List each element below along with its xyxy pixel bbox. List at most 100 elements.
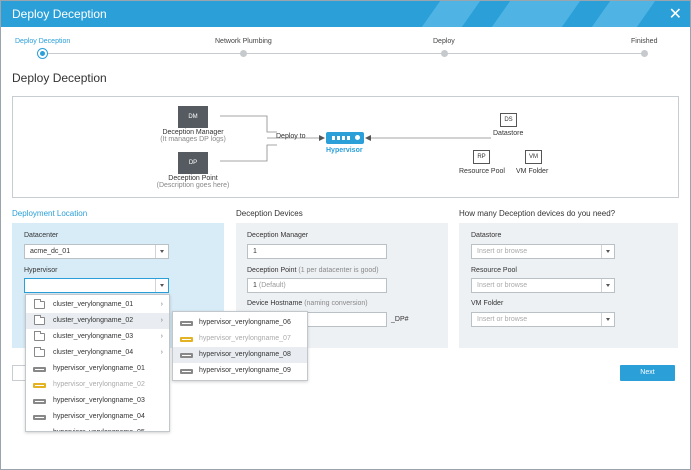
- step-label-deploy[interactable]: Deploy: [433, 38, 455, 45]
- resource-pool-select[interactable]: Insert or browse: [471, 278, 615, 293]
- chevron-right-icon: ›: [160, 333, 163, 340]
- menu-item-hypervisor[interactable]: hypervisor_verylongname_04: [26, 409, 169, 425]
- datastore-placeholder: Insert or browse: [477, 248, 528, 255]
- vm-folder-placeholder: Insert or browse: [477, 316, 528, 323]
- hypervisor-select[interactable]: [24, 278, 169, 293]
- deception-point-note: (1 per datacenter is good): [298, 267, 379, 274]
- submenu-item-hypervisor[interactable]: hypervisor_verylongname_06: [173, 315, 307, 331]
- deployment-diagram: DM Deception Manager (It manages DP logs…: [12, 96, 679, 198]
- deception-point-title: Deception Point: [247, 267, 297, 274]
- server-icon: [33, 431, 46, 432]
- menu-item-hypervisor[interactable]: hypervisor_verylongname_01: [26, 361, 169, 377]
- deployment-location-title: Deployment Location: [12, 209, 88, 218]
- dp-label: Deception Point (Description goes here): [153, 175, 233, 189]
- how-many-title: How many Deception devices do you need?: [459, 209, 616, 218]
- chevron-down-icon[interactable]: [155, 245, 168, 258]
- menu-item-cluster[interactable]: cluster_verylongname_02 ›: [26, 313, 169, 329]
- datastore-label: Datastore: [493, 130, 524, 137]
- chevron-down-icon[interactable]: [155, 279, 168, 292]
- folder-icon: [34, 299, 45, 309]
- chevron-right-icon: ›: [160, 349, 163, 356]
- chevron-right-icon[interactable]: [601, 313, 614, 326]
- menu-item-label: cluster_verylongname_04: [53, 349, 134, 356]
- server-warning-icon: [33, 383, 46, 388]
- hypervisor-dropdown-menu: cluster_verylongname_01 › cluster_verylo…: [25, 294, 170, 432]
- device-hostname-note: (naming conversion): [304, 300, 368, 307]
- submenu-item-hypervisor[interactable]: hypervisor_verylongname_09: [173, 363, 307, 379]
- step-dot[interactable]: [641, 50, 648, 57]
- device-hostname-label: Device Hostname (naming conversion): [247, 300, 368, 307]
- close-icon[interactable]: ✕: [669, 4, 682, 23]
- deception-manager-value: 1: [253, 248, 257, 255]
- step-label-deploy-deception[interactable]: Deploy Deception: [15, 38, 70, 45]
- back-button[interactable]: [12, 365, 26, 381]
- datacenter-label: Datacenter: [24, 232, 59, 239]
- decor-stripe: [421, 1, 481, 27]
- deploy-to-label: Deploy to: [276, 133, 306, 140]
- deception-point-input[interactable]: 1 (Default): [247, 278, 387, 293]
- submenu-item-hypervisor: hypervisor_verylongname_07: [173, 331, 307, 347]
- menu-item-label: cluster_verylongname_03: [53, 333, 134, 340]
- server-icon: [33, 367, 46, 372]
- menu-item-label: hypervisor_verylongname_03: [53, 397, 145, 404]
- stepper-track: [48, 53, 642, 54]
- resource-pool-placeholder: Insert or browse: [477, 282, 528, 289]
- datacenter-select[interactable]: acme_dc_01: [24, 244, 169, 259]
- folder-icon: [34, 331, 45, 341]
- folder-icon: [34, 347, 45, 357]
- server-icon: [180, 369, 193, 374]
- folder-icon: [34, 315, 45, 325]
- menu-item-cluster[interactable]: cluster_verylongname_04 ›: [26, 345, 169, 361]
- menu-item-cluster[interactable]: cluster_verylongname_03 ›: [26, 329, 169, 345]
- menu-item-hypervisor[interactable]: hypervisor_verylongname_05: [26, 425, 169, 432]
- server-icon: [33, 415, 46, 420]
- step-label-network-plumbing[interactable]: Network Plumbing: [215, 38, 272, 45]
- server-warning-icon: [180, 337, 193, 342]
- server-icon: [33, 399, 46, 404]
- server-icon: [180, 353, 193, 358]
- vm-folder-label: VM Folder: [516, 168, 549, 175]
- step-dot-active[interactable]: [37, 48, 48, 59]
- window-title: Deploy Deception: [12, 7, 107, 21]
- hypervisor-field-label: Hypervisor: [24, 267, 58, 274]
- resource-pool-label: Resource Pool: [459, 168, 505, 175]
- resource-pool-field-label: Resource Pool: [471, 267, 517, 274]
- page-title: Deploy Deception: [12, 71, 107, 85]
- deception-manager-input[interactable]: 1: [247, 244, 387, 259]
- submenu-item-label: hypervisor_verylongname_07: [199, 335, 291, 342]
- deception-point-default: (Default): [258, 282, 286, 289]
- next-button[interactable]: Next: [620, 365, 675, 381]
- decor-stripe: [591, 1, 656, 27]
- deception-point-value: 1: [253, 282, 257, 289]
- resource-pool-icon: RP: [473, 150, 490, 164]
- chevron-down-icon[interactable]: [601, 245, 614, 258]
- vm-folder-icon: VM: [525, 150, 542, 164]
- dp-icon: DP: [178, 152, 208, 174]
- menu-item-hypervisor[interactable]: hypervisor_verylongname_03: [26, 393, 169, 409]
- hypervisor-icon: [326, 132, 364, 144]
- step-dot[interactable]: [240, 50, 247, 57]
- vm-folder-field-label: VM Folder: [471, 300, 504, 307]
- vm-folder-select[interactable]: Insert or browse: [471, 312, 615, 327]
- menu-item-cluster[interactable]: cluster_verylongname_01 ›: [26, 297, 169, 313]
- submenu-item-label: hypervisor_verylongname_06: [199, 319, 291, 326]
- step-dot[interactable]: [441, 50, 448, 57]
- submenu-item-hypervisor[interactable]: hypervisor_verylongname_08: [173, 347, 307, 363]
- dm-title: Deception Manager: [162, 129, 224, 136]
- dm-icon: DM: [178, 106, 208, 128]
- device-hostname-title: Device Hostname: [247, 300, 303, 307]
- datacenter-value: acme_dc_01: [30, 248, 71, 255]
- step-label-finished[interactable]: Finished: [631, 38, 657, 45]
- menu-item-label: hypervisor_verylongname_01: [53, 365, 145, 372]
- deception-devices-title: Deception Devices: [236, 209, 303, 218]
- submenu-item-label: hypervisor_verylongname_08: [199, 351, 291, 358]
- datastore-icon: DS: [500, 113, 517, 127]
- menu-item-label: hypervisor_verylongname_02: [53, 381, 145, 388]
- title-bar: Deploy Deception ✕: [1, 1, 690, 27]
- chevron-down-icon[interactable]: [601, 279, 614, 292]
- server-icon: [180, 321, 193, 326]
- datastore-select[interactable]: Insert or browse: [471, 244, 615, 259]
- hypervisor-label: Hypervisor: [326, 147, 363, 154]
- submenu-item-label: hypervisor_verylongname_09: [199, 367, 291, 374]
- chevron-right-icon: ›: [160, 317, 163, 324]
